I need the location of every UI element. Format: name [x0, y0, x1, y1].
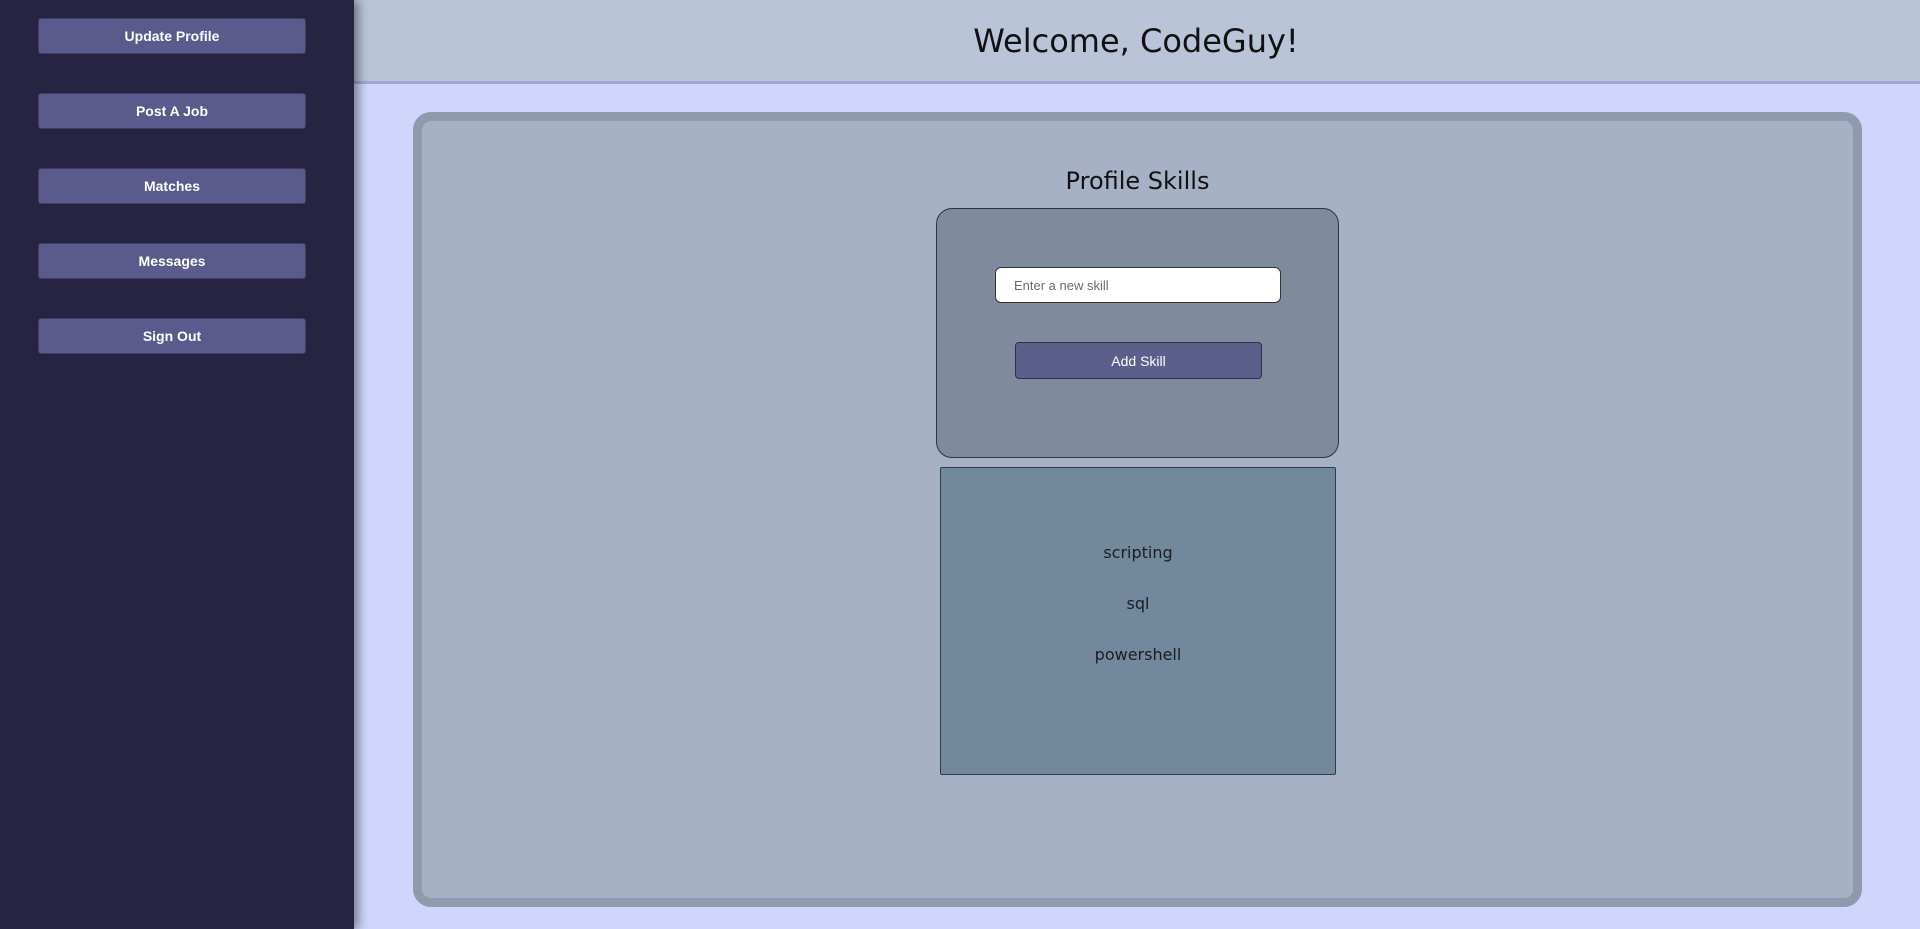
add-skill-button[interactable]: Add Skill [1015, 342, 1262, 379]
messages-button[interactable]: Messages [38, 243, 306, 279]
add-skill-form: Add Skill [936, 208, 1339, 458]
sign-out-button[interactable]: Sign Out [38, 318, 306, 354]
skill-input[interactable] [995, 267, 1281, 303]
skill-item: scripting [1103, 543, 1173, 562]
page-header: Welcome, CodeGuy! [354, 0, 1920, 84]
matches-button[interactable]: Matches [38, 168, 306, 204]
skills-list: scripting sql powershell [940, 467, 1336, 775]
update-profile-button[interactable]: Update Profile [38, 18, 306, 54]
page-title: Welcome, CodeGuy! [973, 21, 1299, 60]
post-a-job-button[interactable]: Post A Job [38, 93, 306, 129]
profile-skills-title: Profile Skills [1065, 167, 1210, 195]
skill-item: powershell [1094, 645, 1182, 664]
sidebar: Update Profile Post A Job Matches Messag… [0, 0, 354, 929]
skill-item: sql [1126, 594, 1150, 613]
